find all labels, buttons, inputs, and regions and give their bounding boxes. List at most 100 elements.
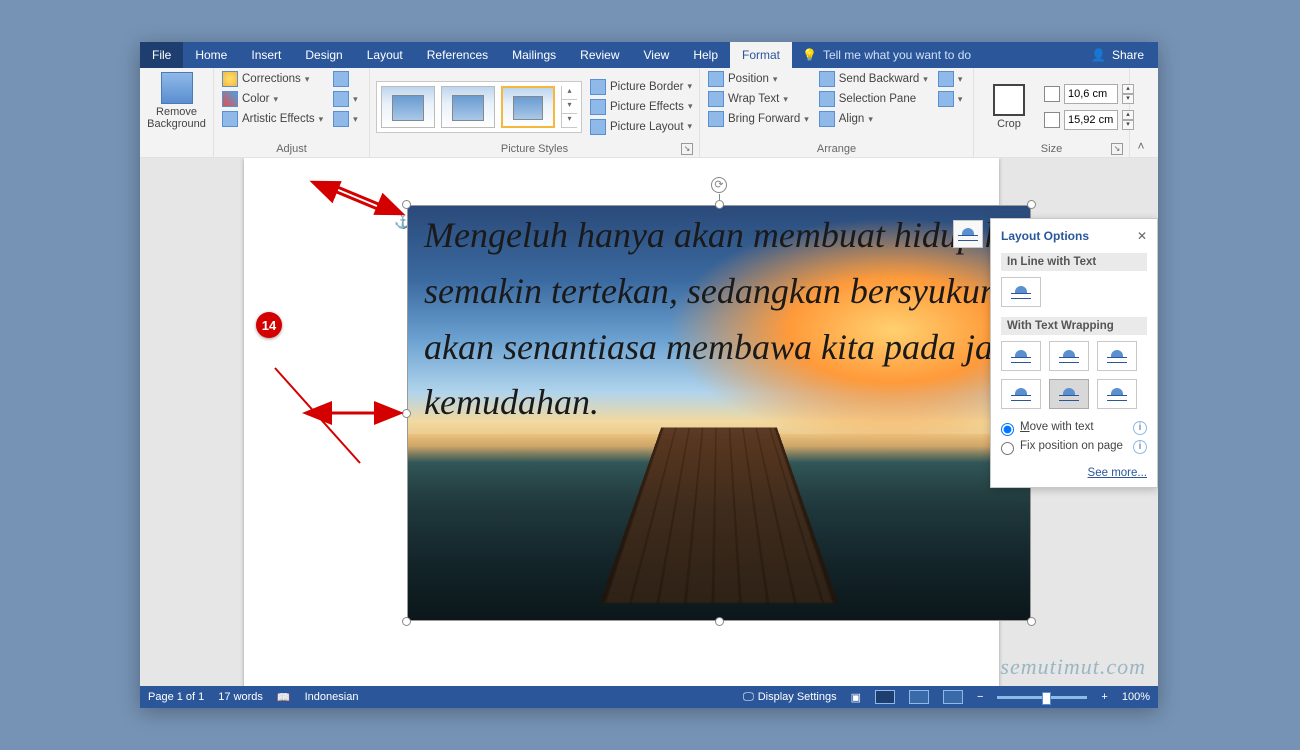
artistic-effects-button[interactable]: Artistic Effects▾: [220, 110, 325, 128]
tab-file[interactable]: File: [140, 42, 183, 68]
wrap-front-text[interactable]: [1097, 379, 1137, 409]
height-icon: [1044, 86, 1060, 102]
wrap-square[interactable]: [1001, 341, 1041, 371]
resize-handle[interactable]: [402, 200, 411, 209]
tab-layout[interactable]: Layout: [355, 42, 415, 68]
wrap-top-bottom[interactable]: [1001, 379, 1041, 409]
read-mode-button[interactable]: [875, 690, 895, 704]
fix-position-radio[interactable]: [1001, 442, 1014, 455]
chevron-down-icon: ▾: [319, 114, 324, 125]
language[interactable]: Indonesian: [305, 691, 359, 703]
layout-options-icon: [958, 227, 978, 241]
print-layout-button[interactable]: [909, 690, 929, 704]
resize-handle[interactable]: [402, 409, 411, 418]
zoom-in[interactable]: +: [1101, 691, 1107, 703]
compress-pictures-button[interactable]: [331, 70, 360, 88]
reset-picture-button[interactable]: ▾: [331, 110, 360, 128]
height-input[interactable]: ▴▾: [1044, 84, 1134, 104]
layout-options-button[interactable]: [953, 220, 983, 248]
gallery-more[interactable]: ▴▾▾: [561, 86, 577, 128]
chevron-down-icon: ▾: [958, 74, 963, 85]
collapse-ribbon-button[interactable]: ˄: [1130, 68, 1152, 157]
web-layout-button[interactable]: [943, 690, 963, 704]
tell-me-search[interactable]: 💡 Tell me what you want to do: [792, 42, 1077, 68]
tab-design[interactable]: Design: [293, 42, 354, 68]
wrap-through[interactable]: [1097, 341, 1137, 371]
tab-home[interactable]: Home: [183, 42, 239, 68]
chevron-down-icon: ▾: [958, 94, 963, 105]
picture-styles-gallery[interactable]: ▴▾▾: [376, 81, 582, 133]
chevron-down-icon: ▾: [923, 74, 928, 85]
style-thumb[interactable]: [441, 86, 495, 128]
selection-pane-button[interactable]: Selection Pane: [817, 90, 930, 108]
style-thumb-selected[interactable]: [501, 86, 555, 128]
see-more-link[interactable]: See more...: [1088, 467, 1147, 479]
zoom-level[interactable]: 100%: [1122, 691, 1150, 703]
info-icon[interactable]: i: [1133, 421, 1147, 435]
chevron-down-icon: ▾: [688, 121, 693, 132]
group-button[interactable]: ▾: [936, 70, 965, 88]
tab-references[interactable]: References: [415, 42, 500, 68]
close-icon[interactable]: ✕: [1137, 229, 1147, 243]
color-button[interactable]: Color▾: [220, 90, 325, 108]
width-input[interactable]: ▴▾: [1044, 110, 1134, 130]
tab-review[interactable]: Review: [568, 42, 631, 68]
resize-handle[interactable]: [715, 617, 724, 626]
picture-effects-button[interactable]: Picture Effects▾: [588, 98, 694, 116]
height-field[interactable]: [1064, 84, 1118, 104]
tab-help[interactable]: Help: [681, 42, 730, 68]
send-backward-button[interactable]: Send Backward▾: [817, 70, 930, 88]
layout-options-pane: Layout Options ✕ In Line with Text With …: [990, 218, 1158, 488]
change-picture-button[interactable]: ▾: [331, 90, 360, 108]
wrap-behind-icon: [1059, 387, 1079, 401]
tab-view[interactable]: View: [632, 42, 682, 68]
dialog-launcher-icon[interactable]: ↘: [1111, 143, 1123, 155]
crop-button[interactable]: Crop: [980, 82, 1038, 132]
menu-bar: File Home Insert Design Layout Reference…: [140, 42, 1158, 68]
corrections-button[interactable]: Corrections▾: [220, 70, 325, 88]
share-button[interactable]: 👤 Share: [1077, 42, 1158, 68]
tell-me-placeholder: Tell me what you want to do: [823, 48, 971, 62]
width-field[interactable]: [1064, 110, 1118, 130]
zoom-slider[interactable]: [997, 696, 1087, 699]
watermark: semutimut.com: [1000, 654, 1146, 680]
display-settings[interactable]: 🖵Display Settings: [743, 691, 836, 704]
wrap-inline[interactable]: [1001, 277, 1041, 307]
remove-background-button[interactable]: Remove Background: [146, 70, 207, 132]
rotate-button[interactable]: ▾: [936, 90, 965, 108]
page-count[interactable]: Page 1 of 1: [148, 691, 204, 703]
wrap-text-button[interactable]: Wrap Text▾: [706, 90, 811, 108]
picture-layout-button[interactable]: Picture Layout▾: [588, 118, 694, 136]
wrap-behind-text[interactable]: [1049, 379, 1089, 409]
change-pic-icon: [333, 91, 349, 107]
spellcheck-icon[interactable]: 📖: [277, 691, 291, 704]
remove-bg-icon: [161, 72, 193, 104]
section-inline: In Line with Text: [1001, 253, 1147, 271]
chevron-down-icon: ▾: [688, 81, 693, 92]
align-button[interactable]: Align▾: [817, 110, 930, 128]
dialog-launcher-icon[interactable]: ↘: [681, 143, 693, 155]
tab-mailings[interactable]: Mailings: [500, 42, 568, 68]
tab-format[interactable]: Format: [730, 42, 792, 68]
style-thumb[interactable]: [381, 86, 435, 128]
status-bar: Page 1 of 1 17 words 📖 Indonesian 🖵Displ…: [140, 686, 1158, 708]
move-with-text-radio[interactable]: [1001, 423, 1014, 436]
tab-insert[interactable]: Insert: [239, 42, 293, 68]
wrap-tight[interactable]: [1049, 341, 1089, 371]
zoom-out[interactable]: −: [977, 691, 983, 703]
document-page[interactable]: ⚓ ⟳ Mengeluh hanya akan membuat hidup ki…: [244, 158, 999, 686]
bring-forward-button[interactable]: Bring Forward▾: [706, 110, 811, 128]
radio-move-with-text[interactable]: Move with text i: [1001, 419, 1147, 438]
wrap-inline-icon: [1011, 285, 1031, 299]
focus-mode-icon[interactable]: ▣: [851, 691, 861, 704]
picture-border-button[interactable]: Picture Border▾: [588, 78, 694, 96]
radio-fix-position[interactable]: Fix position on page i: [1001, 438, 1147, 457]
resize-handle[interactable]: [402, 617, 411, 626]
chevron-down-icon: ▾: [773, 74, 778, 85]
position-button[interactable]: Position▾: [706, 70, 811, 88]
resize-handle[interactable]: [1027, 617, 1036, 626]
rotate-handle[interactable]: ⟳: [711, 177, 727, 193]
word-count[interactable]: 17 words: [218, 691, 263, 703]
pic-layout-icon: [590, 119, 606, 135]
info-icon[interactable]: i: [1133, 440, 1147, 454]
